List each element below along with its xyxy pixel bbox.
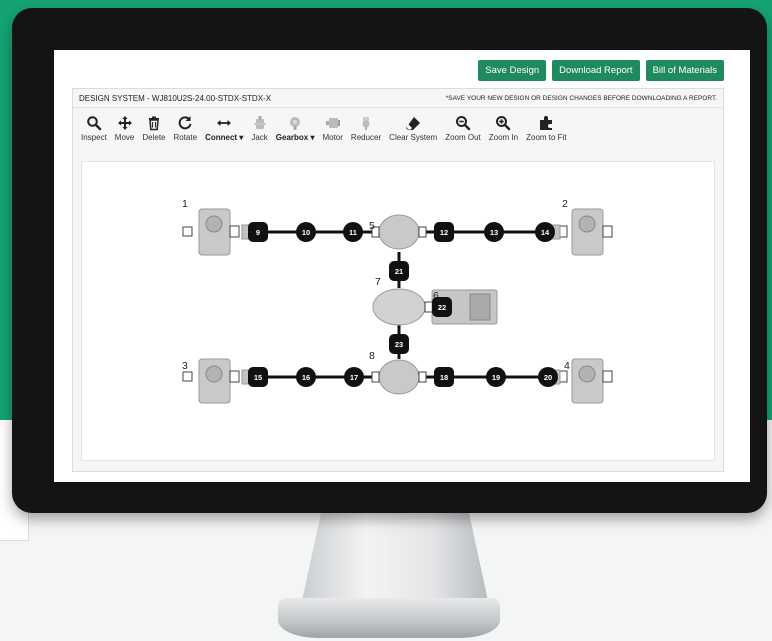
app-screen: Save Design Download Report Bill of Mate…	[54, 50, 750, 482]
save-design-button[interactable]: Save Design	[478, 60, 547, 81]
tool-delete[interactable]: Delete	[138, 115, 169, 142]
design-toolbar: Inspect Move Delete Rotate Connect ▾ Jac…	[73, 108, 723, 142]
component-label-7: 7	[375, 276, 381, 288]
shaft-15[interactable]: 15	[248, 367, 268, 387]
tool-delete-label: Delete	[142, 133, 166, 142]
component-label-5: 5	[369, 220, 375, 232]
tool-gearbox-label: Gearbox ▾	[275, 133, 315, 142]
tool-inspect[interactable]: Inspect	[77, 115, 111, 142]
jack-3[interactable]	[182, 358, 240, 404]
monitor-stand-base	[278, 598, 500, 638]
shaft-19[interactable]: 19	[486, 367, 506, 387]
jack-icon	[253, 116, 266, 129]
component-label-1: 1	[182, 198, 188, 210]
monitor-bezel: Save Design Download Report Bill of Mate…	[12, 8, 767, 513]
shaft-16[interactable]: 16	[296, 367, 316, 387]
shaft-20[interactable]: 20	[538, 367, 558, 387]
shaft-14[interactable]: 14	[535, 222, 555, 242]
tool-gearbox[interactable]: Gearbox ▾	[272, 115, 319, 142]
tool-rotate-label: Rotate	[173, 133, 198, 142]
motor-icon	[325, 118, 340, 128]
tool-inspect-label: Inspect	[81, 133, 107, 142]
top-action-bar: Save Design Download Report Bill of Mate…	[478, 60, 724, 81]
component-label-2: 2	[562, 198, 568, 210]
bill-of-materials-button[interactable]: Bill of Materials	[645, 60, 724, 81]
save-notice: *SAVE YOUR NEW DESIGN OR DESIGN CHANGES …	[445, 94, 717, 102]
shaft-18[interactable]: 18	[434, 367, 454, 387]
tool-motor-label: Motor	[322, 133, 343, 142]
tool-connect-label: Connect ▾	[205, 133, 244, 142]
shaft-12[interactable]: 12	[434, 222, 454, 242]
tool-jack-label: Jack	[251, 133, 268, 142]
gearbox-icon	[290, 117, 301, 130]
tool-motor[interactable]: Motor	[318, 115, 346, 142]
shaft-23[interactable]: 23	[389, 334, 409, 354]
reducer-icon	[362, 117, 370, 130]
tool-jack[interactable]: Jack	[247, 115, 271, 142]
shaft-11[interactable]: 11	[343, 222, 363, 242]
jack-1[interactable]	[182, 208, 240, 256]
zoom-in-icon	[496, 116, 511, 131]
tool-reducer-label: Reducer	[350, 133, 382, 142]
gearbox-8[interactable]	[371, 359, 427, 395]
tool-connect[interactable]: Connect ▾	[201, 115, 247, 142]
move-icon	[117, 116, 132, 130]
shaft-22[interactable]: 22	[432, 297, 452, 317]
design-canvas[interactable]: 1 2 3 4 5 6 7 8 9 10 11 12 13 14 15 16 1…	[81, 161, 715, 461]
design-panel: DESIGN SYSTEM - WJ810U2S-24.00-STDX-STDX…	[72, 88, 724, 472]
component-label-8: 8	[369, 350, 375, 362]
tool-rotate[interactable]: Rotate	[169, 115, 201, 142]
trash-icon	[148, 116, 159, 131]
tool-zoom-in[interactable]: Zoom In	[485, 115, 522, 142]
tool-clear-system[interactable]: Clear System	[385, 115, 441, 142]
shaft-17[interactable]: 17	[344, 367, 364, 387]
tool-move[interactable]: Move	[111, 115, 139, 142]
tool-zoom-in-label: Zoom In	[488, 133, 519, 142]
design-title: DESIGN SYSTEM - WJ810U2S-24.00-STDX-STDX…	[79, 93, 272, 103]
gearbox-5[interactable]	[371, 214, 427, 250]
tool-move-label: Move	[114, 133, 135, 142]
system-diagram	[182, 208, 613, 404]
shaft-13[interactable]: 13	[484, 222, 504, 242]
monitor-stand-neck	[300, 505, 490, 610]
tool-reducer[interactable]: Reducer	[347, 115, 385, 142]
tool-zoom-out[interactable]: Zoom Out	[441, 115, 485, 142]
component-label-4: 4	[564, 360, 570, 372]
zoom-out-icon	[455, 116, 471, 131]
shaft-21[interactable]: 21	[389, 261, 409, 281]
gearbox-7[interactable]	[372, 288, 433, 326]
puzzle-icon	[540, 116, 553, 130]
rotate-icon	[178, 116, 192, 130]
connect-arrows-icon	[217, 120, 232, 126]
search-icon	[87, 116, 102, 131]
tool-zoom-to-fit[interactable]: Zoom to Fit	[522, 115, 570, 142]
shaft-9[interactable]: 9	[248, 222, 268, 242]
tool-zoom-out-label: Zoom Out	[445, 133, 481, 142]
tool-clear-system-label: Clear System	[389, 133, 438, 142]
shaft-10[interactable]: 10	[296, 222, 316, 242]
design-panel-header: DESIGN SYSTEM - WJ810U2S-24.00-STDX-STDX…	[73, 89, 723, 108]
component-label-3: 3	[182, 360, 188, 372]
jack-2[interactable]	[557, 208, 613, 256]
tool-zoom-to-fit-label: Zoom to Fit	[526, 133, 567, 142]
eraser-icon	[406, 117, 421, 130]
download-report-button[interactable]: Download Report	[552, 60, 640, 81]
